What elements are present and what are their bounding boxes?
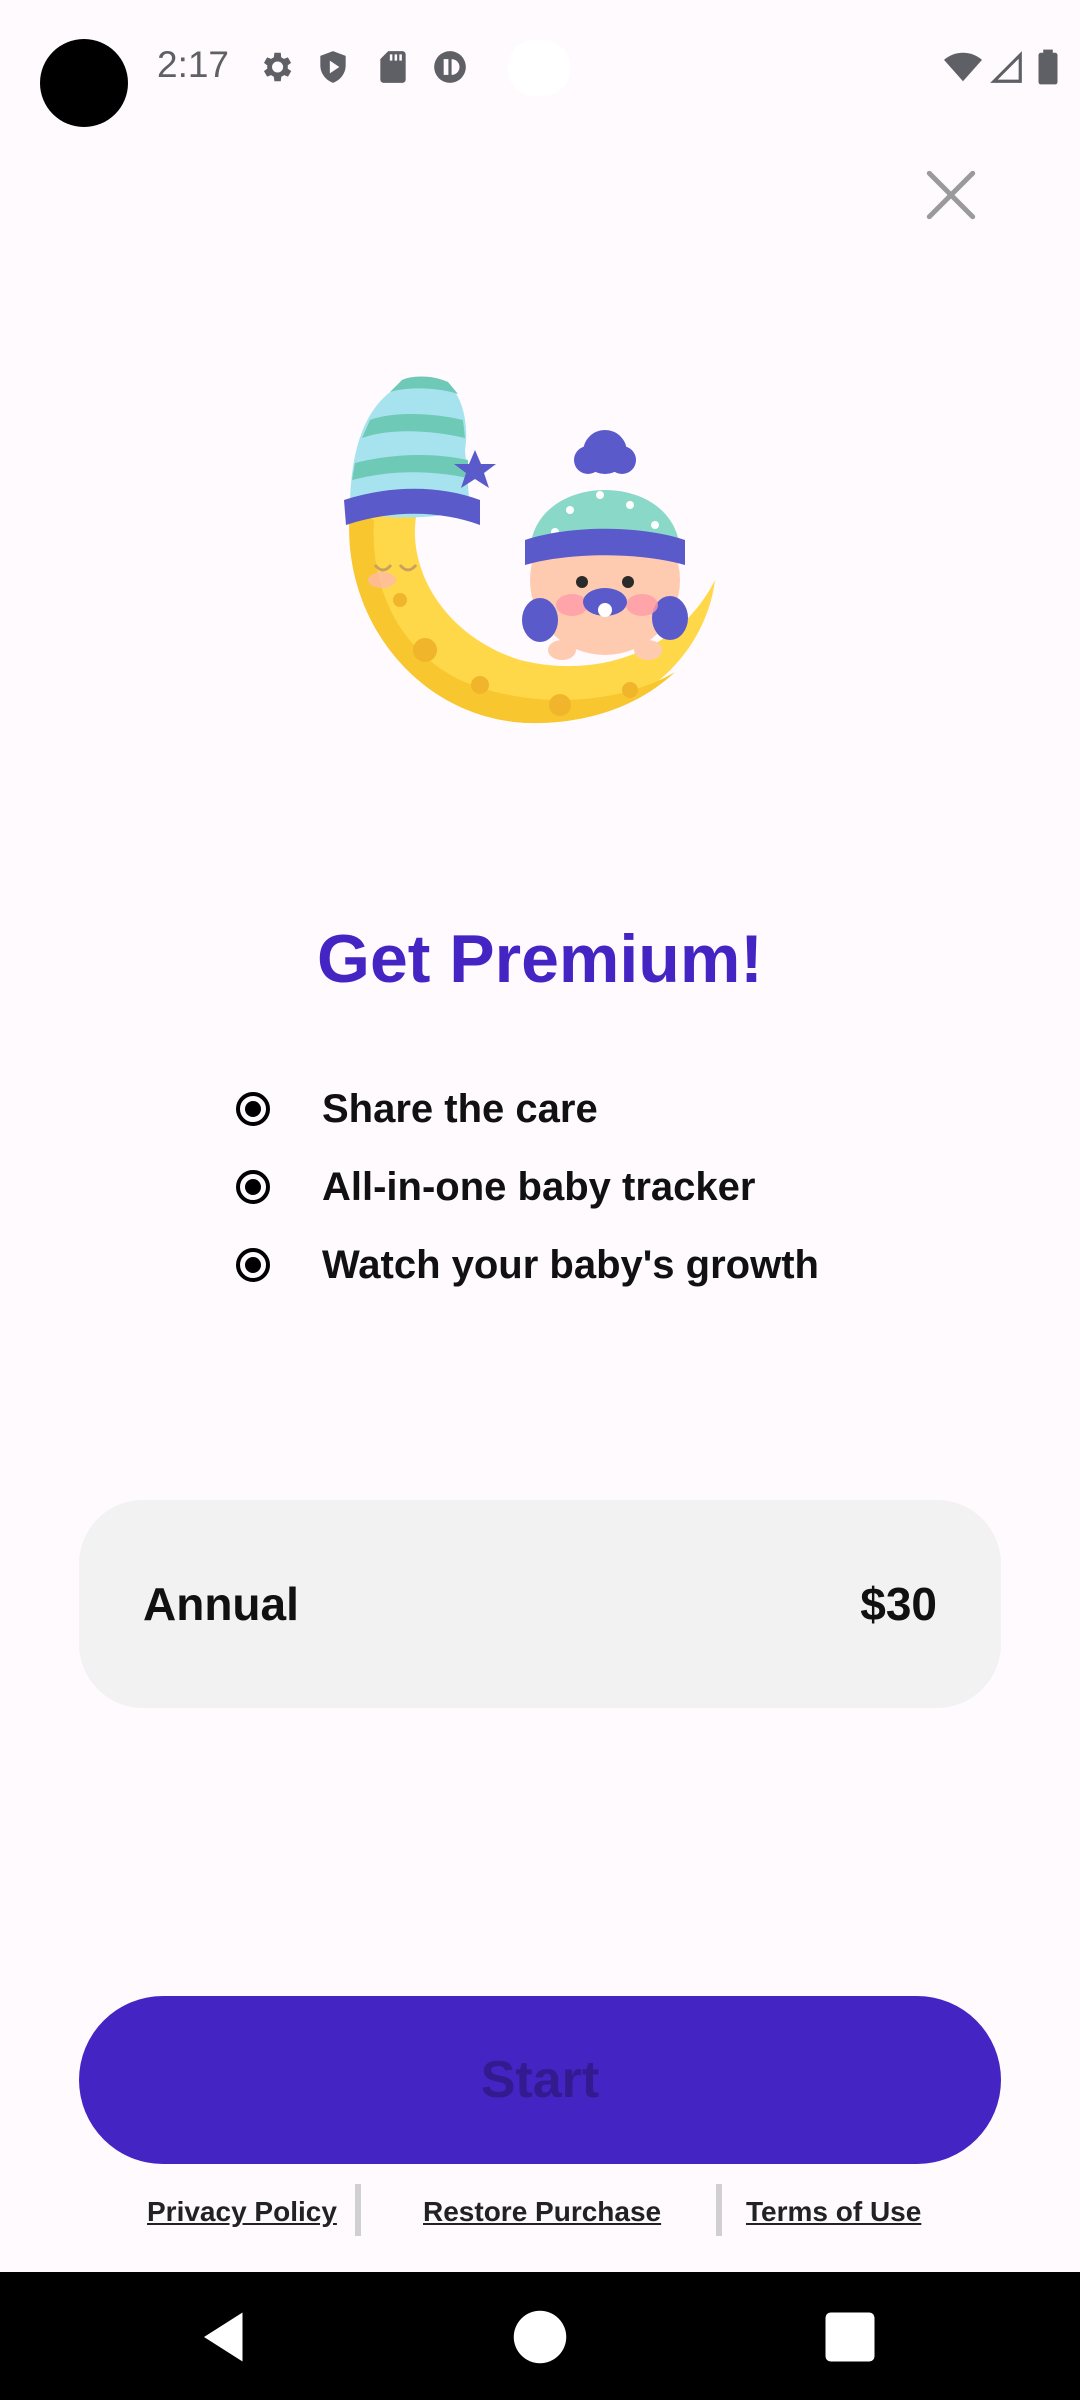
feature-label: All-in-one baby tracker [322,1164,756,1209]
page-title: Get Premium! [317,921,763,997]
feature-label: Share the care [322,1086,598,1131]
plan-option-annual[interactable]: Annual $30 [79,1500,1001,1708]
feature-list: Share the care All-in-one baby tracker W… [236,1070,1016,1304]
start-button[interactable]: Start [79,1996,1001,2164]
status-bar: 2:17 [0,0,1080,135]
footer-links: Privacy Policy Restore Purchase Terms of… [0,2180,1080,2240]
bullet-radio-icon [236,1170,270,1204]
home-icon[interactable] [505,2302,575,2372]
privacy-policy-link[interactable]: Privacy Policy [147,2196,337,2228]
recents-icon[interactable] [815,2302,885,2372]
plan-name: Annual [143,1578,299,1630]
bullet-radio-icon [236,1248,270,1282]
settings-icon [263,52,292,82]
app-notification-icon [434,51,466,83]
system-navigation-bar [0,2272,1080,2400]
camera-cutout [40,39,128,127]
terms-of-use-link[interactable]: Terms of Use [746,2196,921,2228]
feature-item: Watch your baby's growth [236,1226,1016,1304]
feature-item: All-in-one baby tracker [236,1148,1016,1226]
shield-icon [320,51,346,83]
status-time: 2:17 [157,44,230,85]
sd-card-icon [380,51,406,83]
footer-divider [716,2184,722,2236]
back-icon[interactable] [190,2302,260,2372]
footer-divider [355,2184,361,2236]
wifi-icon [944,52,982,82]
signal-icon [990,51,1022,83]
close-icon[interactable] [920,164,982,226]
notification-placeholder [508,40,570,96]
feature-label: Watch your baby's growth [322,1242,819,1287]
bullet-radio-icon [236,1092,270,1126]
feature-item: Share the care [236,1070,1016,1148]
restore-purchase-link[interactable]: Restore Purchase [423,2196,661,2228]
plan-price: $30 [860,1578,937,1630]
battery-icon [1038,49,1058,85]
baby-on-moon-illustration [344,376,715,724]
start-button-label: Start [480,2051,600,2109]
